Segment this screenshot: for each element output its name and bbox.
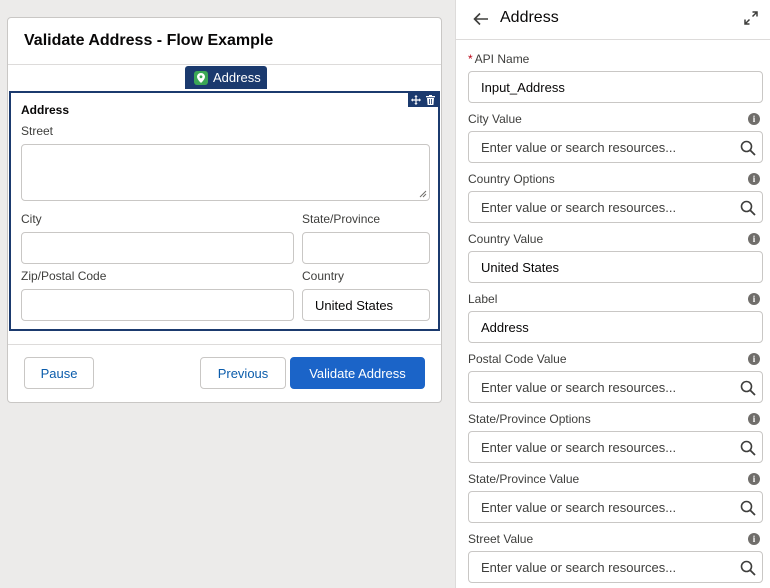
property-input-street-value[interactable]: Enter value or search resources...: [468, 551, 763, 583]
card-title: Validate Address - Flow Example: [24, 32, 274, 49]
property-input-placeholder: Enter value or search resources...: [481, 379, 677, 395]
component-tab-address[interactable]: Address: [185, 66, 267, 89]
property-label-text: State/Province Value: [468, 472, 580, 486]
property-input-state-province-value[interactable]: Enter value or search resources...: [468, 491, 763, 523]
component-tab-label: Address: [213, 70, 261, 85]
info-icon[interactable]: i: [748, 173, 760, 185]
info-icon[interactable]: i: [748, 353, 760, 365]
city-label: City: [21, 212, 42, 226]
property-label-text: Label: [468, 292, 498, 306]
required-asterisk: *: [468, 52, 473, 66]
address-component[interactable]: Address Street City State/Province Zip/P…: [9, 91, 440, 331]
resize-grip-icon[interactable]: [419, 190, 427, 198]
property-label-text: Country Options: [468, 172, 555, 186]
search-icon[interactable]: [740, 380, 756, 396]
property-input-postal-code-value[interactable]: Enter value or search resources...: [468, 371, 763, 403]
pause-button[interactable]: Pause: [24, 357, 94, 389]
property-label-text: Street Value: [468, 532, 534, 546]
zip-input[interactable]: [21, 289, 294, 321]
screen-preview-card: Validate Address - Flow Example Address …: [7, 17, 442, 403]
property-label-state-province-options: State/Province Options: [468, 412, 591, 426]
property-label-text: Postal Code Value: [468, 352, 567, 366]
property-label-text: State/Province Options: [468, 412, 591, 426]
component-actions: [408, 93, 438, 107]
property-input-placeholder: Enter value or search resources...: [481, 499, 677, 515]
footer-divider: [8, 344, 441, 345]
property-label-api-name: * API Name: [468, 52, 529, 66]
property-input-value: United States: [481, 259, 560, 275]
street-textarea[interactable]: [21, 144, 430, 201]
search-icon[interactable]: [740, 500, 756, 516]
property-label-country-value: Country Value: [468, 232, 543, 246]
info-icon[interactable]: i: [748, 413, 760, 425]
move-icon[interactable]: [410, 95, 421, 105]
property-input-placeholder: Enter value or search resources...: [481, 439, 677, 455]
property-input-value: Input_Address: [481, 79, 565, 95]
panel-header: Address: [456, 0, 770, 40]
properties-panel: Address * API Name Input_Address City Value…: [455, 0, 770, 588]
info-icon[interactable]: i: [748, 113, 760, 125]
property-input-placeholder: Enter value or search resources...: [481, 139, 677, 155]
zip-label: Zip/Postal Code: [21, 269, 107, 283]
state-input[interactable]: [302, 232, 430, 264]
property-input-api-name[interactable]: Input_Address: [468, 71, 763, 103]
property-label-postal-code-value: Postal Code Value: [468, 352, 567, 366]
street-label: Street: [21, 124, 54, 138]
property-input-state-province-options[interactable]: Enter value or search resources...: [468, 431, 763, 463]
city-input[interactable]: [21, 232, 294, 264]
info-icon[interactable]: i: [748, 233, 760, 245]
delete-icon[interactable]: [426, 95, 436, 105]
property-input-placeholder: Enter value or search resources...: [481, 199, 677, 215]
property-input-value: Address: [481, 319, 529, 335]
property-label-country-options: Country Options: [468, 172, 555, 186]
validate-address-button[interactable]: Validate Address: [290, 357, 425, 389]
info-icon[interactable]: i: [748, 533, 760, 545]
previous-button[interactable]: Previous: [200, 357, 286, 389]
back-arrow-icon[interactable]: [472, 10, 490, 28]
property-label-text: Country Value: [468, 232, 544, 246]
divider: [8, 64, 441, 65]
search-icon[interactable]: [740, 200, 756, 216]
country-input[interactable]: United States: [302, 289, 430, 321]
country-input-value: United States: [315, 297, 394, 313]
search-icon[interactable]: [740, 560, 756, 576]
info-icon[interactable]: i: [748, 293, 760, 305]
property-input-country-options[interactable]: Enter value or search resources...: [468, 191, 763, 223]
property-input-country-value[interactable]: United States: [468, 251, 763, 283]
address-heading: Address: [21, 103, 70, 117]
panel-title: Address: [500, 9, 559, 26]
state-label: State/Province: [302, 212, 381, 226]
property-label-city-value: City Value: [468, 112, 522, 126]
search-icon[interactable]: [740, 440, 756, 456]
flow-canvas: Validate Address - Flow Example Address …: [0, 0, 453, 588]
expand-icon[interactable]: [744, 11, 758, 25]
property-label-text: API Name: [474, 52, 530, 66]
property-label-state-province-value: State/Province Value: [468, 472, 579, 486]
info-icon[interactable]: i: [748, 473, 760, 485]
location-pin-icon: [194, 70, 208, 85]
property-input-city-value[interactable]: Enter value or search resources...: [468, 131, 763, 163]
country-label: Country: [302, 269, 345, 283]
search-icon[interactable]: [740, 140, 756, 156]
property-label-street-value: Street Value: [468, 532, 533, 546]
property-input-label[interactable]: Address: [468, 311, 763, 343]
property-label-text: City Value: [468, 112, 522, 126]
property-input-placeholder: Enter value or search resources...: [481, 559, 677, 575]
property-label-label: Label: [468, 292, 497, 306]
